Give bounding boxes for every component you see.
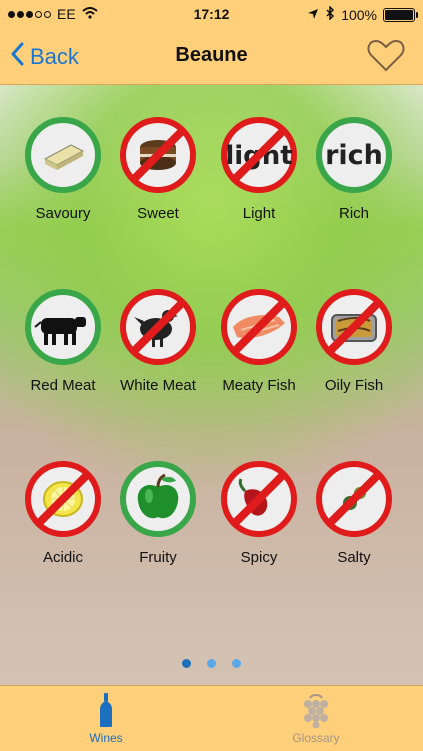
pairing-item[interactable]: rich Rich [304, 115, 404, 255]
pairing-label: Sweet [137, 205, 179, 222]
heart-icon [367, 39, 405, 76]
chicken-icon [118, 287, 198, 367]
apple-icon [118, 459, 198, 539]
lemon-icon [23, 459, 103, 539]
pairing-item[interactable]: Salty [304, 459, 404, 599]
grapes-icon [256, 692, 376, 731]
pairing-item[interactable]: Acidic [13, 459, 113, 599]
pairing-label: Savoury [35, 205, 91, 222]
pairing-label: Salty [337, 549, 371, 566]
page-dot[interactable] [207, 659, 216, 668]
cake-icon [118, 115, 198, 195]
pairing-label: Red Meat [30, 377, 96, 394]
tab-glossary[interactable]: Glossary [256, 692, 376, 745]
tab-glossary-label: Glossary [292, 731, 340, 745]
salmon-icon [219, 287, 299, 367]
pairing-item[interactable]: White Meat [108, 287, 208, 427]
wine-bottle-icon [46, 692, 166, 731]
tab-bar: Wines Glossary [0, 685, 423, 751]
battery-percent: 100% [341, 6, 377, 23]
pairing-item[interactable]: Spicy [209, 459, 309, 599]
pairing-label: Oily Fish [324, 377, 384, 394]
pairing-grid-area: Savoury Sweet light Light rich Rich Red … [0, 85, 423, 685]
rich-text-icon: rich [314, 115, 394, 195]
pairing-item[interactable]: Sweet [108, 115, 208, 255]
olive-skewer-icon [314, 459, 394, 539]
pairing-item[interactable]: Red Meat [13, 287, 113, 427]
pairing-item[interactable]: Savoury [13, 115, 113, 255]
page-indicator[interactable] [0, 655, 423, 673]
pairing-label: Spicy [240, 549, 278, 566]
tab-wines[interactable]: Wines [46, 692, 166, 745]
favorite-button[interactable] [367, 38, 405, 77]
status-right: 100% [307, 5, 418, 23]
pairing-label: Light [242, 205, 276, 222]
pairing-label: Meaty Fish [222, 377, 296, 394]
pairing-item[interactable]: light Light [209, 115, 309, 255]
bluetooth-icon [325, 5, 335, 23]
pairing-grid: Savoury Sweet light Light rich Rich Red … [0, 85, 423, 685]
pairing-item[interactable]: Oily Fish [304, 287, 404, 427]
page-dot[interactable] [232, 659, 242, 668]
butter-icon [23, 115, 103, 195]
status-bar: EE 17:12 100% [0, 0, 423, 28]
page-title: Beaune [175, 44, 248, 66]
light-text-icon: light [219, 115, 299, 195]
sardine-can-icon [314, 287, 394, 367]
pairing-label: White Meat [120, 377, 196, 394]
location-arrow-icon [307, 7, 319, 23]
chili-icon [219, 459, 299, 539]
battery-icon [383, 7, 418, 22]
svg-text:rich: rich [325, 140, 383, 171]
pairing-item[interactable]: Meaty Fish [209, 287, 309, 427]
tab-wines-label: Wines [89, 731, 123, 745]
pairing-label: Acidic [42, 549, 83, 566]
page-dot[interactable] [181, 659, 191, 668]
pairing-label: Rich [338, 205, 369, 222]
pairing-label: Fruity [139, 549, 177, 566]
pairing-item[interactable]: Fruity [108, 459, 208, 599]
navigation-bar: Back Beaune [0, 28, 423, 85]
cow-icon [23, 287, 103, 367]
